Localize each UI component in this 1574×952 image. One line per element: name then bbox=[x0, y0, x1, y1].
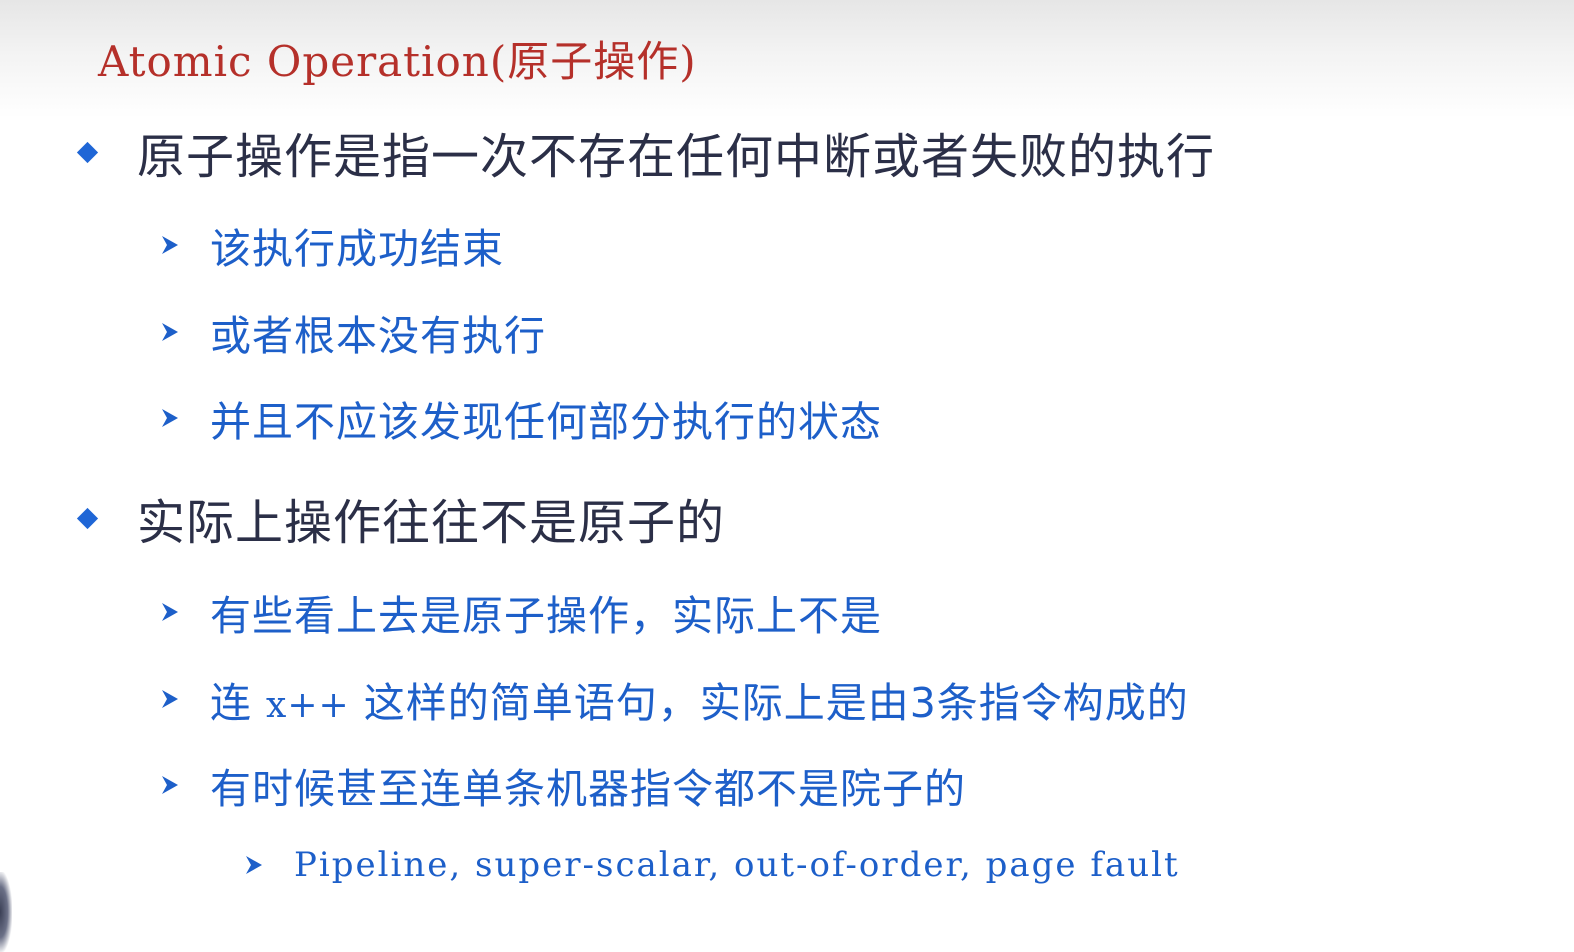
section-2-item-3: 有时候甚至连单条机器指令都不是院子的 bbox=[160, 757, 966, 813]
section-2-item-2-prefix: 连 bbox=[210, 679, 267, 727]
arrow-bullet-icon bbox=[162, 690, 178, 708]
section-2-item-2-suffix: 这样的简单语句，实际上是由3条指令构成的 bbox=[349, 679, 1189, 727]
arrow-bullet-icon bbox=[162, 323, 178, 341]
section-2-item-2: 连 x++ 这样的简单语句，实际上是由3条指令构成的 bbox=[160, 671, 1189, 727]
arrow-bullet-icon bbox=[162, 409, 178, 427]
section-1-bullet: 原子操作是指一次不存在任何中断或者失败的执行 bbox=[70, 120, 1216, 185]
diamond-bullet-icon bbox=[76, 141, 99, 163]
arrow-bullet-icon bbox=[162, 776, 178, 794]
slide-title: Atomic Operation(原子操作) bbox=[98, 37, 697, 86]
section-2-text: 实际上操作往往不是原子的 bbox=[137, 495, 726, 551]
section-1-text: 原子操作是指一次不存在任何中断或者失败的执行 bbox=[137, 129, 1216, 185]
presenter-edge-shadow bbox=[0, 872, 12, 952]
section-1-item-3-text: 并且不应该发现任何部分执行的状态 bbox=[210, 398, 882, 446]
section-1-item-2-text: 或者根本没有执行 bbox=[210, 312, 546, 360]
section-1-item-1: 该执行成功结束 bbox=[160, 217, 504, 273]
section-2-item-1: 有些看上去是原子操作，实际上不是 bbox=[160, 584, 882, 640]
section-2-subitem-1-text: Pipeline, super-scalar, out-of-order, pa… bbox=[294, 845, 1180, 885]
section-1-item-1-text: 该执行成功结束 bbox=[210, 225, 504, 273]
code-snippet: x++ bbox=[266, 685, 350, 726]
section-2-item-1-text: 有些看上去是原子操作，实际上不是 bbox=[210, 592, 882, 640]
section-1-item-2: 或者根本没有执行 bbox=[160, 304, 546, 360]
section-2-item-2-text: 连 x++ 这样的简单语句，实际上是由3条指令构成的 bbox=[210, 669, 1189, 729]
section-1-item-3: 并且不应该发现任何部分执行的状态 bbox=[160, 390, 882, 446]
arrow-bullet-icon bbox=[162, 603, 178, 621]
section-2-item-3-text: 有时候甚至连单条机器指令都不是院子的 bbox=[210, 765, 966, 813]
diamond-bullet-icon bbox=[76, 507, 99, 529]
arrow-bullet-icon bbox=[162, 236, 178, 254]
arrow-bullet-icon bbox=[246, 856, 262, 874]
section-2-bullet: 实际上操作往往不是原子的 bbox=[70, 486, 726, 551]
section-2-subitem-1: Pipeline, super-scalar, out-of-order, pa… bbox=[244, 840, 1180, 890]
